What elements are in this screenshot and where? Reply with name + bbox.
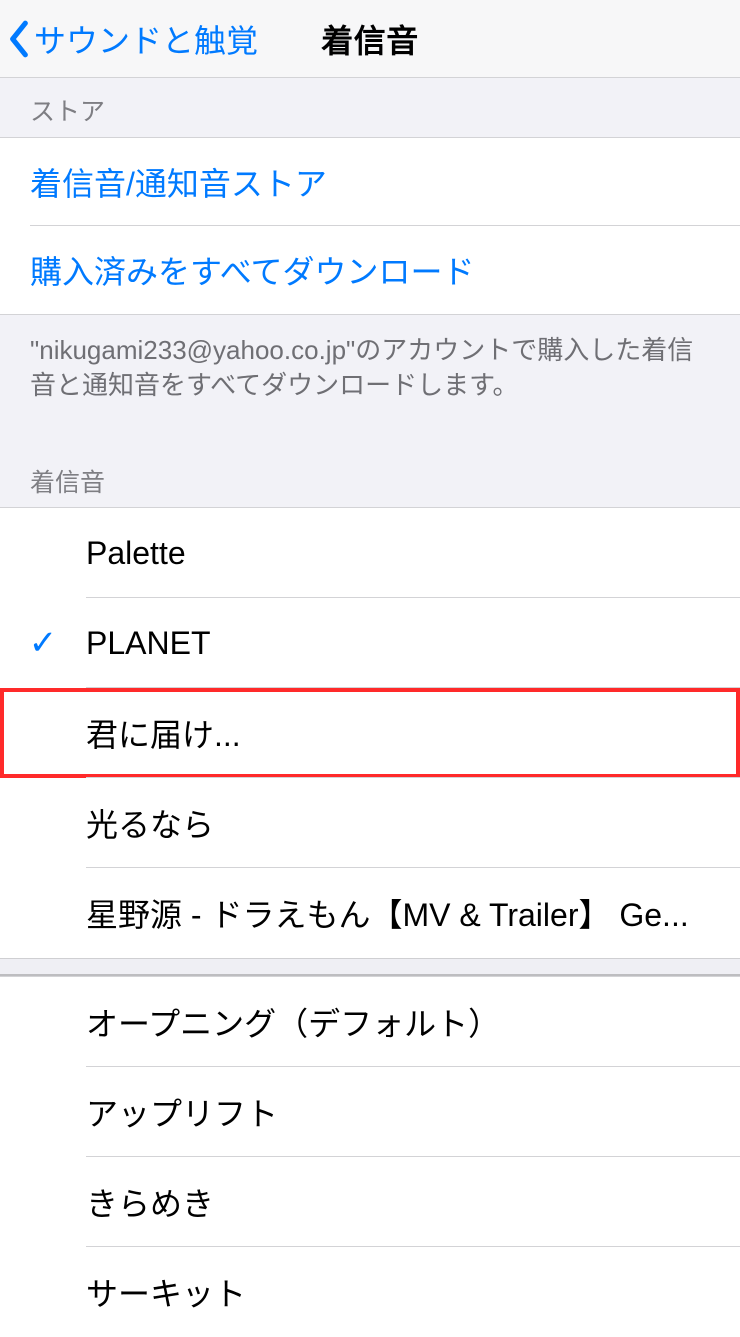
- row-label: 着信音/通知音ストア: [30, 159, 716, 205]
- section-header-store: ストア: [0, 78, 740, 137]
- ringtone-row[interactable]: 光るなら: [0, 778, 740, 868]
- ringtone-group-custom: Palette ✓ PLANET 君に届け... 光るなら 星野源 - ドラえも…: [0, 507, 740, 958]
- back-button[interactable]: サウンドと触覚: [6, 16, 258, 62]
- ringtone-row[interactable]: オープニング（デフォルト）: [0, 977, 740, 1067]
- store-footer-note: "nikugami233@yahoo.co.jp"のアカウントで購入した着信音と…: [0, 315, 740, 411]
- ringtone-label: オープニング（デフォルト）: [86, 999, 740, 1045]
- nav-bar: サウンドと触覚 着信音: [0, 0, 740, 78]
- ringtone-label: PLANET: [86, 625, 740, 662]
- section-gap: [0, 958, 740, 976]
- section-header-ringtones: 着信音: [0, 411, 740, 508]
- ringtone-row[interactable]: アップリフト: [0, 1067, 740, 1157]
- store-link-tone-store[interactable]: 着信音/通知音ストア: [0, 138, 740, 226]
- row-label: 購入済みをすべてダウンロード: [30, 247, 716, 293]
- ringtone-row[interactable]: ✓ PLANET: [0, 598, 740, 688]
- checkmark-icon: ✓: [0, 623, 86, 663]
- ringtone-row[interactable]: 君に届け...: [0, 688, 740, 778]
- ringtone-label: アップリフト: [86, 1089, 740, 1135]
- ringtone-label: 君に届け...: [86, 710, 740, 756]
- ringtone-group-builtin: オープニング（デフォルト） アップリフト きらめき サーキット: [0, 976, 740, 1337]
- back-label: サウンドと触覚: [34, 16, 258, 62]
- ringtone-row[interactable]: Palette: [0, 508, 740, 598]
- chevron-left-icon: [6, 20, 32, 58]
- ringtone-label: 光るなら: [86, 800, 740, 846]
- store-group: 着信音/通知音ストア 購入済みをすべてダウンロード: [0, 137, 740, 315]
- ringtone-label: きらめき: [86, 1179, 740, 1225]
- store-link-download-all[interactable]: 購入済みをすべてダウンロード: [0, 226, 740, 314]
- ringtone-label: 星野源 - ドラえもん【MV & Trailer】 Ge...: [86, 890, 740, 936]
- page-title: 着信音: [321, 16, 419, 62]
- ringtone-row[interactable]: 星野源 - ドラえもん【MV & Trailer】 Ge...: [0, 868, 740, 958]
- ringtone-row[interactable]: サーキット: [0, 1247, 740, 1337]
- ringtone-row[interactable]: きらめき: [0, 1157, 740, 1247]
- ringtone-label: Palette: [86, 535, 740, 572]
- ringtone-label: サーキット: [86, 1269, 740, 1315]
